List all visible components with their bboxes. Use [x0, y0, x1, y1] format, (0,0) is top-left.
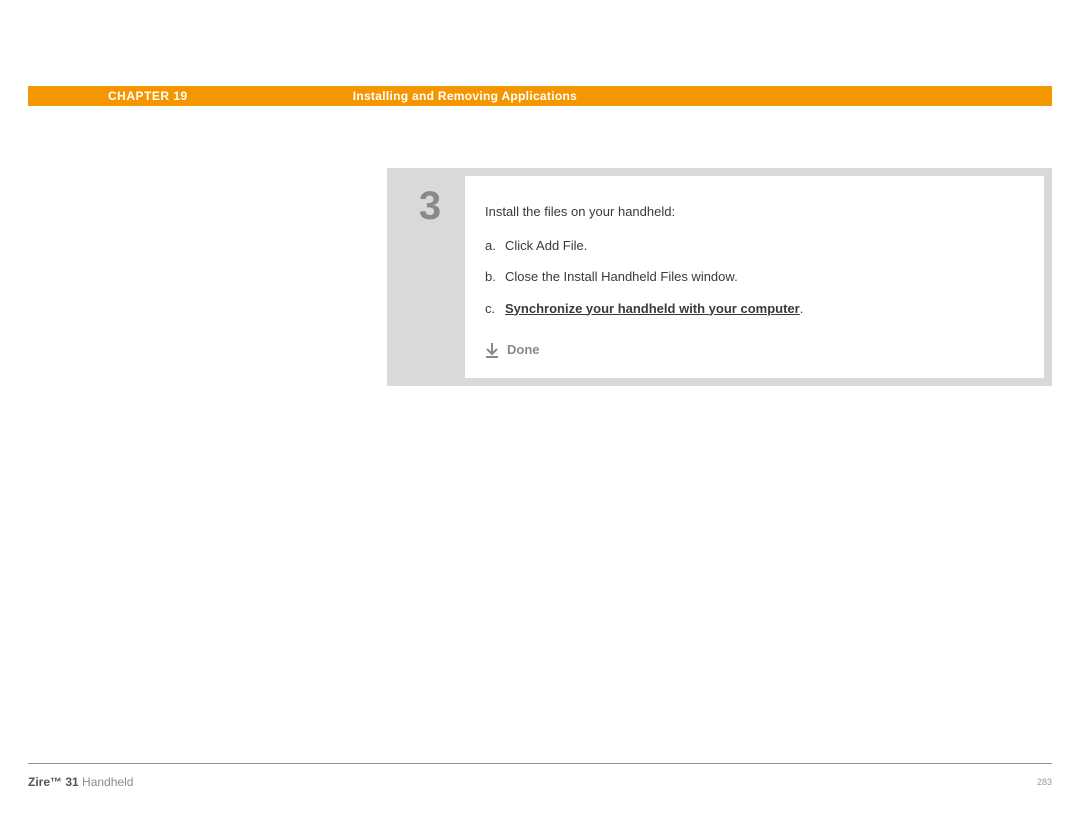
- step-intro-text: Install the files on your handheld:: [485, 202, 1024, 222]
- footer-product-rest: Handheld: [79, 775, 134, 789]
- chapter-title: Installing and Removing Applications: [353, 89, 577, 103]
- footer-product-bold: Zire™ 31: [28, 775, 79, 789]
- substep-b: b. Close the Install Handheld Files wind…: [485, 267, 1024, 287]
- substep-a-text: Click Add File.: [505, 236, 1024, 256]
- substep-c-text: Synchronize your handheld with your comp…: [505, 299, 1024, 319]
- chapter-header-bar: CHAPTER 19 Installing and Removing Appli…: [28, 86, 1052, 106]
- done-label: Done: [507, 340, 540, 360]
- chapter-label: CHAPTER 19: [108, 89, 188, 103]
- step-number: 3: [419, 186, 441, 378]
- done-row: Done: [485, 340, 1024, 360]
- step-card-inner: 3 Install the files on your handheld: a.…: [395, 176, 1044, 378]
- sync-link[interactable]: Synchronize your handheld with your comp…: [505, 301, 800, 316]
- footer-page-number: 283: [1037, 777, 1052, 787]
- done-arrow-icon: [485, 342, 499, 358]
- substep-b-marker: b.: [485, 267, 505, 287]
- substep-c-marker: c.: [485, 299, 505, 319]
- substep-a-marker: a.: [485, 236, 505, 256]
- footer-product: Zire™ 31 Handheld: [28, 775, 133, 789]
- step-card: 3 Install the files on your handheld: a.…: [387, 168, 1052, 386]
- footer-rule: [28, 763, 1052, 764]
- substep-a: a. Click Add File.: [485, 236, 1024, 256]
- step-number-column: 3: [395, 176, 465, 378]
- substep-c: c. Synchronize your handheld with your c…: [485, 299, 1024, 319]
- footer: Zire™ 31 Handheld 283: [28, 775, 1052, 789]
- substep-c-trailing: .: [800, 301, 804, 316]
- substep-b-text: Close the Install Handheld Files window.: [505, 267, 1024, 287]
- step-body: Install the files on your handheld: a. C…: [465, 176, 1044, 378]
